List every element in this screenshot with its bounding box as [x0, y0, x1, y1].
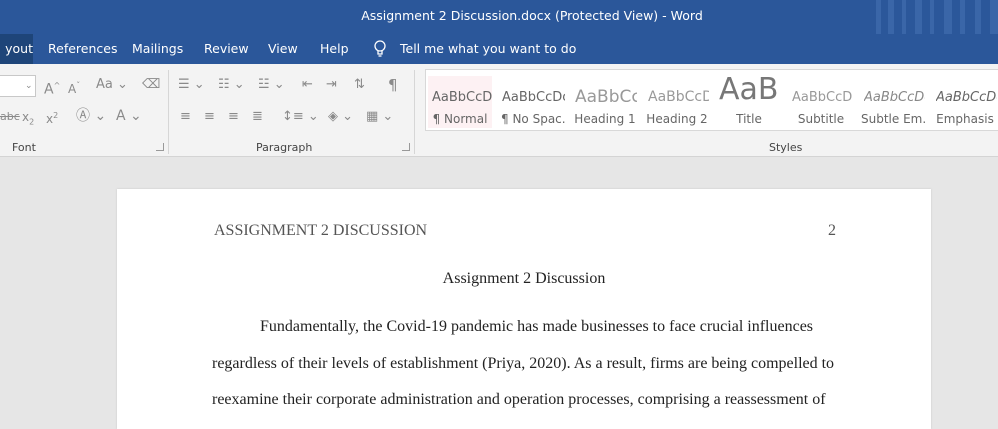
tab-help[interactable]: Help: [320, 34, 349, 64]
ribbon-tab-bar: yout References Mailings Review View Hel…: [0, 34, 998, 64]
style-normal[interactable]: AaBbCcDc ¶ Normal: [428, 76, 492, 128]
tab-mailings[interactable]: Mailings: [132, 34, 183, 64]
shading-icon[interactable]: ◈ ⌄: [328, 109, 353, 125]
body-line: regardless of their levels of establishm…: [212, 355, 835, 372]
shrink-font-icon[interactable]: Aˇ: [68, 78, 80, 97]
style-name: Title: [736, 112, 762, 126]
group-separator: [414, 70, 415, 154]
group-separator: [168, 70, 169, 154]
grow-font-icon[interactable]: A^: [44, 78, 60, 98]
style-title[interactable]: AaB Title: [717, 76, 781, 128]
document-title: Assignment 2 Discussion: [442, 270, 606, 287]
style-name: ¶ Normal: [432, 112, 488, 126]
style-preview: AaBbCc: [575, 87, 637, 107]
tab-layout[interactable]: yout: [0, 34, 33, 64]
lightbulb-icon[interactable]: [372, 34, 388, 64]
paragraph-group-label: Paragraph: [256, 141, 313, 154]
multilevel-list-icon[interactable]: ☳ ⌄: [258, 77, 285, 93]
borders-icon[interactable]: ▦ ⌄: [366, 109, 393, 125]
style-heading-2[interactable]: AaBbCcD Heading 2: [645, 76, 709, 128]
align-left-icon[interactable]: ≡: [180, 109, 191, 125]
window-title: Assignment 2 Discussion.docx (Protected …: [361, 8, 703, 23]
style-preview: AaBbCcDc: [864, 90, 925, 105]
style-preview: AaBbCcDc: [432, 90, 492, 105]
style-preview: AaBbCcDc: [502, 90, 565, 105]
numbering-icon[interactable]: ☷ ⌄: [218, 77, 245, 93]
style-preview: AaB: [719, 76, 779, 107]
tell-me-search[interactable]: Tell me what you want to do: [400, 34, 576, 64]
align-center-icon[interactable]: ≡: [204, 109, 215, 125]
font-size-box[interactable]: ⌄: [0, 75, 36, 97]
subscript-icon[interactable]: x2: [22, 109, 34, 130]
style-preview: AaBbCcD: [648, 89, 709, 105]
page-number: 2: [828, 222, 836, 239]
styles-gallery: AaBbCcDc ¶ Normal AaBbCcDc ¶ No Spac... …: [425, 69, 998, 131]
change-case-button[interactable]: Aa ⌄: [96, 77, 128, 93]
increase-indent-icon[interactable]: ⇥: [326, 77, 337, 93]
style-heading-1[interactable]: AaBbCc Heading 1: [573, 76, 637, 128]
superscript-icon[interactable]: x2: [46, 108, 58, 127]
tab-view[interactable]: View: [268, 34, 298, 64]
text-effects-icon[interactable]: Ⓐ ⌄: [76, 108, 106, 124]
tab-references[interactable]: References: [48, 34, 117, 64]
style-name: Subtle Em...: [861, 112, 925, 126]
font-color-icon[interactable]: A ⌄: [116, 108, 142, 124]
styles-group-label: Styles: [769, 141, 803, 154]
running-header: ASSIGNMENT 2 DISCUSSION: [214, 222, 428, 239]
style-preview: AaBbCcD: [792, 90, 853, 105]
style-no-spacing[interactable]: AaBbCcDc ¶ No Spac...: [501, 76, 565, 128]
tab-review[interactable]: Review: [204, 34, 249, 64]
decrease-indent-icon[interactable]: ⇤: [302, 77, 313, 93]
style-name: ¶ No Spac...: [501, 112, 565, 126]
chevron-down-icon: ⌄: [25, 81, 33, 91]
document-page[interactable]: ASSIGNMENT 2 DISCUSSION 2 Assignment 2 D…: [117, 189, 931, 429]
clear-formatting-icon[interactable]: ⌫: [142, 77, 160, 93]
strikethrough-icon[interactable]: abc: [0, 109, 20, 125]
line-spacing-icon[interactable]: ↕≡ ⌄: [282, 109, 319, 125]
ribbon: ⌄ A^ Aˇ Aa ⌄ ⌫ abc x2 x2 Ⓐ ⌄ A ⌄ Font ☰ …: [0, 64, 998, 157]
bullets-icon[interactable]: ☰ ⌄: [178, 77, 205, 93]
style-name: Heading 1: [574, 112, 636, 126]
paragraph-dialog-launcher-icon[interactable]: [402, 143, 410, 151]
style-subtle-emphasis[interactable]: AaBbCcDc Subtle Em...: [861, 76, 925, 128]
style-preview: AaBbCcDc: [936, 90, 997, 105]
style-emphasis[interactable]: AaBbCcDc Emphasis: [933, 76, 997, 128]
show-formatting-icon[interactable]: ¶: [388, 77, 398, 93]
align-right-icon[interactable]: ≡: [228, 109, 239, 125]
justify-icon[interactable]: ≣: [252, 109, 263, 125]
body-line: reexamine their corporate administration…: [212, 391, 826, 408]
body-line: Fundamentally, the Covid-19 pandemic has…: [260, 318, 814, 335]
style-subtitle[interactable]: AaBbCcD Subtitle: [789, 76, 853, 128]
style-name: Subtitle: [797, 112, 845, 126]
font-dialog-launcher-icon[interactable]: [156, 143, 164, 151]
style-name: Emphasis: [936, 112, 994, 126]
font-group-label: Font: [12, 141, 36, 154]
style-name: Heading 2: [646, 112, 708, 126]
sort-icon[interactable]: ⇅: [354, 77, 365, 93]
